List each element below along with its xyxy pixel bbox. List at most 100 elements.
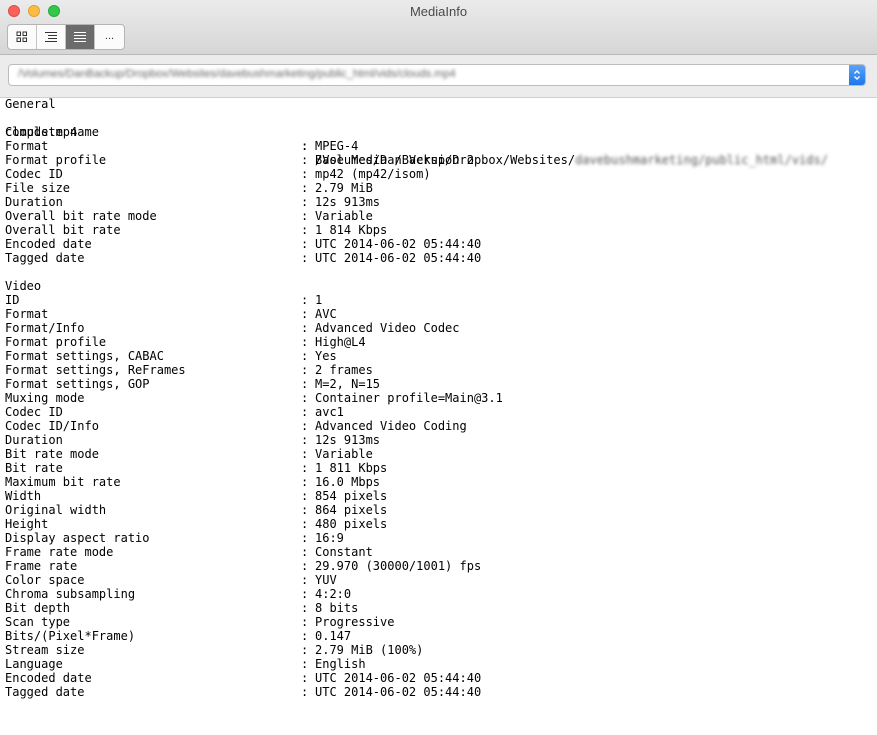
field-separator: : bbox=[301, 419, 309, 433]
info-row: Original width:864 pixels bbox=[5, 503, 871, 517]
field-separator: : bbox=[301, 503, 309, 517]
more-views-button[interactable]: ... bbox=[95, 25, 124, 49]
info-row: File size:2.79 MiB bbox=[5, 181, 871, 195]
sheet-view-button[interactable] bbox=[37, 25, 66, 49]
window-title: MediaInfo bbox=[409, 4, 468, 19]
basic-view-button[interactable] bbox=[8, 25, 37, 49]
info-row: Codec ID: mp42 (mp42/isom) bbox=[5, 167, 871, 181]
info-row: Format settings, GOP: M=2, N=15 bbox=[5, 377, 871, 391]
info-row: Codec ID: avc1 bbox=[5, 405, 871, 419]
field-value: 29.970 (30000/1001) fps bbox=[315, 559, 482, 573]
info-row: Bit rate:1 811 Kbps bbox=[5, 461, 871, 475]
field-label: Scan type bbox=[5, 615, 71, 629]
file-path-popup[interactable]: /Volumes/DanBackup/Dropbox/Websites/dave… bbox=[8, 64, 866, 86]
field-separator: : bbox=[301, 447, 309, 461]
field-value: High@L4 bbox=[315, 335, 366, 349]
field-label: Encoded date bbox=[5, 237, 92, 251]
info-row: Encoded date: UTC 2014-06-02 05:44:40 bbox=[5, 237, 871, 251]
info-row: Format: MPEG-4 bbox=[5, 139, 871, 153]
field-label: Color space bbox=[5, 573, 85, 587]
info-row: Format: AVC bbox=[5, 307, 871, 321]
path-popup-stepper[interactable] bbox=[849, 65, 865, 85]
info-row: Codec ID/Info: Advanced Video Coding bbox=[5, 419, 871, 433]
field-separator: : bbox=[301, 559, 309, 573]
field-value: 4:2:0 bbox=[315, 587, 352, 601]
field-label: Height bbox=[5, 517, 49, 531]
field-label: Format/Info bbox=[5, 321, 85, 335]
field-label: Bits/(Pixel*Frame) bbox=[5, 629, 136, 643]
field-value: 12s 913ms bbox=[315, 433, 381, 447]
field-label: Language bbox=[5, 657, 63, 671]
field-separator: : bbox=[301, 377, 309, 391]
info-row: Width:854 pixels bbox=[5, 489, 871, 503]
field-value: 2.79 MiB (100%) bbox=[315, 643, 424, 657]
info-row: ID:1 bbox=[5, 293, 871, 307]
text-view-button[interactable] bbox=[66, 25, 95, 49]
field-separator: : bbox=[301, 307, 309, 321]
field-label: Format profile bbox=[5, 153, 107, 167]
info-row: Duration:12s 913ms bbox=[5, 433, 871, 447]
field-label: Overall bit rate mode bbox=[5, 209, 157, 223]
field-label: Stream size bbox=[5, 643, 85, 657]
field-separator: : bbox=[301, 237, 309, 251]
field-value: UTC 2014-06-02 05:44:40 bbox=[315, 671, 482, 685]
info-row: Language: English bbox=[5, 657, 871, 671]
field-value: 480 pixels bbox=[315, 517, 388, 531]
field-value: 16.0 Mbps bbox=[315, 475, 381, 489]
window-titlebar: MediaInfo ... bbox=[0, 0, 877, 55]
field-label: Format settings, GOP bbox=[5, 377, 150, 391]
info-row: Bit rate mode: Variable bbox=[5, 447, 871, 461]
field-label: ID bbox=[5, 293, 20, 307]
info-row: Bits/(Pixel*Frame):0.147 bbox=[5, 629, 871, 643]
info-row: Color space: YUV bbox=[5, 573, 871, 587]
field-value: Container profile=Main@3.1 bbox=[315, 391, 503, 405]
info-row: Muxing mode: Container profile=Main@3.1 bbox=[5, 391, 871, 405]
outline-list-icon bbox=[45, 32, 57, 42]
grid-icon bbox=[16, 31, 27, 42]
field-separator: : bbox=[301, 321, 309, 335]
general-fields: Format: MPEG-4 Format profile: Base Media /… bbox=[5, 139, 871, 265]
field-separator: : bbox=[301, 405, 309, 419]
field-separator: : bbox=[301, 517, 309, 531]
info-row: Maximum bit rate:16.0 Mbps bbox=[5, 475, 871, 489]
info-row: Chroma subsampling:4:2:0 bbox=[5, 587, 871, 601]
field-value: Advanced Video Coding bbox=[315, 419, 467, 433]
field-value: 1 811 Kbps bbox=[315, 461, 388, 475]
field-value: 864 pixels bbox=[315, 503, 388, 517]
section-header-general: General bbox=[5, 97, 56, 111]
field-value: 16:9 bbox=[315, 531, 344, 545]
path-bar: /Volumes/DanBackup/Dropbox/Websites/dave… bbox=[0, 55, 877, 98]
field-label: Bit depth bbox=[5, 601, 71, 615]
field-separator: : bbox=[301, 293, 309, 307]
field-value: UTC 2014-06-02 05:44:40 bbox=[315, 251, 482, 265]
field-value: 1 bbox=[315, 293, 323, 307]
field-separator: : bbox=[301, 335, 309, 349]
field-separator: : bbox=[301, 195, 309, 209]
info-row: Format profile: High@L4 bbox=[5, 335, 871, 349]
field-label: Duration bbox=[5, 433, 63, 447]
section-header-video: Video bbox=[5, 279, 42, 293]
field-label: Overall bit rate bbox=[5, 223, 121, 237]
info-row: Tagged date: UTC 2014-06-02 05:44:40 bbox=[5, 251, 871, 265]
ellipsis-icon: ... bbox=[104, 30, 115, 42]
info-row-complete-name: Complete name : /Volumes/DanBackup/Dropb… bbox=[5, 111, 871, 167]
info-row: Overall bit rate:1 814 Kbps bbox=[5, 223, 871, 237]
field-label: Width bbox=[5, 489, 42, 503]
field-label: Bit rate bbox=[5, 461, 63, 475]
info-row: Format settings, ReFrames:2 frames bbox=[5, 363, 871, 377]
field-separator: : bbox=[301, 433, 309, 447]
info-row: Frame rate:29.970 (30000/1001) fps bbox=[5, 559, 871, 573]
field-separator: : bbox=[301, 363, 309, 377]
field-label: Frame rate mode bbox=[5, 545, 114, 559]
info-row: Encoded date: UTC 2014-06-02 05:44:40 bbox=[5, 671, 871, 685]
field-label: Tagged date bbox=[5, 685, 85, 699]
field-label: Format settings, ReFrames bbox=[5, 363, 186, 377]
field-separator: : bbox=[301, 573, 309, 587]
field-separator: : bbox=[301, 391, 309, 405]
field-value: mp42 (mp42/isom) bbox=[315, 167, 431, 181]
field-separator: : bbox=[301, 643, 309, 657]
field-separator: : bbox=[301, 349, 309, 363]
complete-name-continuation: clouds.mp4 bbox=[5, 125, 78, 139]
field-value: 8 bits bbox=[315, 601, 359, 615]
info-row: Stream size:2.79 MiB (100%) bbox=[5, 643, 871, 657]
